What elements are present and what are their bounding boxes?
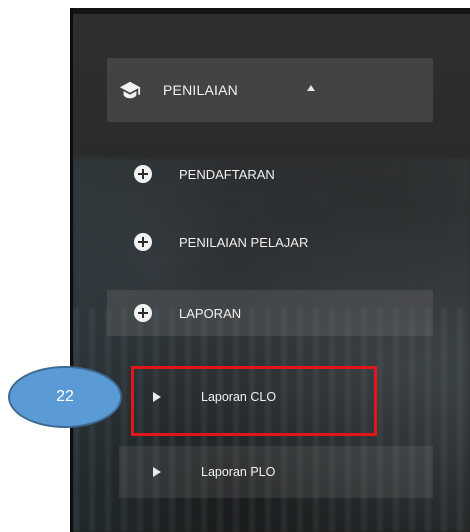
caret-right-icon: [153, 467, 161, 477]
menu-item-laporan[interactable]: LAPORAN: [107, 290, 433, 336]
submenu-item-laporan-plo[interactable]: Laporan PLO: [119, 446, 433, 498]
top-divider: [73, 8, 470, 14]
highlight-box: [131, 366, 377, 436]
menu-item-label: LAPORAN: [179, 305, 242, 321]
plus-circle-icon: [134, 233, 152, 251]
callout-number: 22: [56, 388, 74, 405]
menu-item-pendaftaran[interactable]: PENDAFTARAN: [107, 154, 433, 194]
graduation-cap-icon: [119, 81, 141, 99]
menu-item-label: PENILAIAN PELAJAR: [179, 234, 309, 250]
menu-header-penilaian[interactable]: PENILAIAN: [107, 58, 433, 122]
menu-header-label: PENILAIAN: [163, 82, 238, 98]
plus-circle-icon: [134, 304, 152, 322]
chevron-up-icon[interactable]: [307, 85, 315, 91]
sidebar-panel: PENILAIAN PENDAFTARAN PENILAIAN PELAJAR …: [70, 8, 470, 532]
menu-item-penilaian-pelajar[interactable]: PENILAIAN PELAJAR: [107, 222, 433, 262]
plus-circle-icon: [134, 165, 152, 183]
submenu-item-label: Laporan PLO: [201, 465, 276, 479]
menu-item-label: PENDAFTARAN: [179, 166, 275, 182]
step-callout: 22: [8, 366, 122, 428]
